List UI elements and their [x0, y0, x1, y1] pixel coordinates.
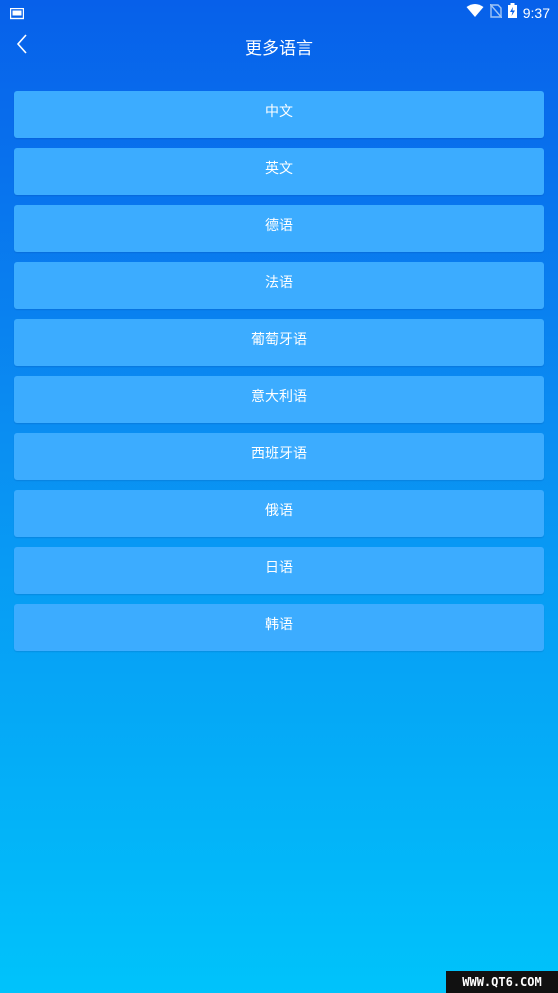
- language-item-english[interactable]: 英文: [14, 148, 544, 195]
- language-item-italian[interactable]: 意大利语: [14, 376, 544, 423]
- language-label: 德语: [265, 218, 293, 234]
- language-label: 西班牙语: [251, 446, 307, 462]
- battery-charging-icon: [507, 3, 517, 22]
- language-label: 俄语: [265, 503, 293, 519]
- language-label: 法语: [265, 275, 293, 291]
- screen-icon: [9, 5, 25, 24]
- watermark: WWW.QT6.COM: [446, 971, 558, 993]
- language-label: 意大利语: [251, 389, 307, 405]
- clock: 9:37: [522, 4, 550, 21]
- language-label: 韩语: [265, 617, 293, 633]
- no-sim-icon: [489, 3, 503, 22]
- language-item-spanish[interactable]: 西班牙语: [14, 433, 544, 480]
- language-item-japanese[interactable]: 日语: [14, 547, 544, 594]
- language-item-russian[interactable]: 俄语: [14, 490, 544, 537]
- language-item-chinese[interactable]: 中文: [14, 91, 544, 138]
- title-bar: 更多语言: [0, 24, 558, 68]
- language-label: 日语: [265, 560, 293, 576]
- language-item-german[interactable]: 德语: [14, 205, 544, 252]
- language-item-portuguese[interactable]: 葡萄牙语: [14, 319, 544, 366]
- language-label: 中文: [265, 104, 293, 120]
- page-title: 更多语言: [245, 39, 313, 59]
- language-list: 中文 英文 德语 法语 葡萄牙语 意大利语 西班牙语 俄语 日语 韩语: [14, 91, 544, 661]
- status-bar: 9:37: [0, 0, 558, 24]
- language-item-french[interactable]: 法语: [14, 262, 544, 309]
- language-label: 葡萄牙语: [251, 332, 307, 348]
- wifi-icon: [466, 3, 484, 22]
- language-label: 英文: [265, 161, 293, 177]
- language-item-korean[interactable]: 韩语: [14, 604, 544, 651]
